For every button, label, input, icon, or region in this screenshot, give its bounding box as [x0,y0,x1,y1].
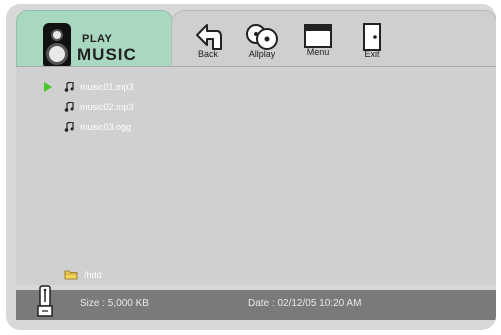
exit-icon [363,23,381,51]
list-item[interactable]: music03.ogg [64,119,131,135]
music-note-icon [64,122,74,132]
list-item[interactable]: music01.mp3 [64,79,134,95]
back-label: Back [197,49,218,59]
path-label: /hdd [84,269,102,280]
back-button[interactable]: Back [186,23,230,67]
menu-icon [304,24,332,48]
music-note-icon [64,82,74,92]
file-size: Size : 5,000 KB [80,298,149,309]
exit-label: Exit [364,49,380,59]
file-name: music01.mp3 [80,82,134,92]
page-title-bottom: MUSIC [77,45,137,64]
play-arrow-icon [44,82,52,92]
folder-icon [64,270,78,280]
toolbar: Back Allplay Menu Exit [171,10,496,68]
allplay-button[interactable]: Allplay [240,23,284,67]
allplay-icon [246,24,278,50]
exit-button[interactable]: Exit [350,23,394,67]
app-frame: PLAY MUSIC Back Allplay Menu Exit music0… [6,4,496,330]
list-item[interactable]: music02.mp3 [64,99,134,115]
menu-button[interactable]: Menu [296,23,340,67]
allplay-label: Allplay [248,49,276,59]
music-note-icon [64,102,74,112]
menu-label: Menu [306,47,330,57]
current-path: /hdd [64,269,102,280]
status-bar: Size : 5,000 KB Date : 02/12/05 10:20 AM [16,290,496,320]
back-icon [196,24,222,50]
usb-drive-icon [37,285,53,317]
play-music-tab: PLAY MUSIC [16,10,173,69]
file-name: music02.mp3 [80,102,134,112]
file-date: Date : 02/12/05 10:20 AM [248,298,362,309]
page-title-top: PLAY [82,33,113,45]
file-name: music03.ogg [80,122,132,132]
file-browser: music01.mp3 music02.mp3 music03.ogg [16,66,496,285]
speaker-icon [43,23,71,69]
